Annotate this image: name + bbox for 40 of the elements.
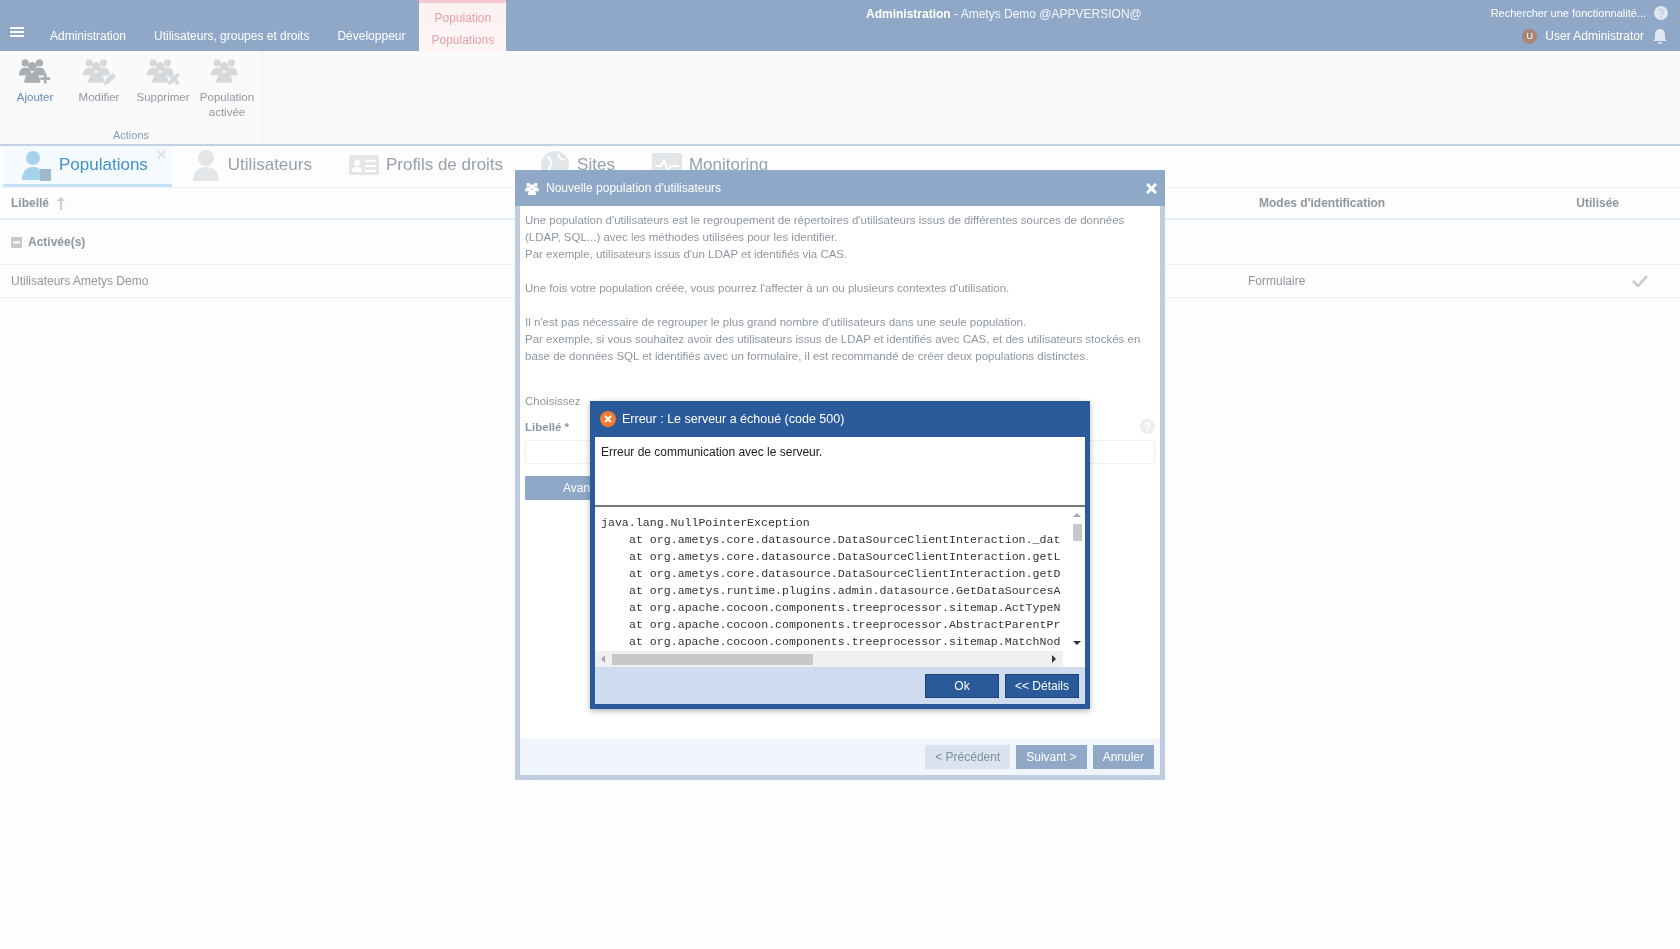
user-avatar[interactable]: U (1522, 28, 1538, 44)
error-message: Erreur de communication avec le serveur. (601, 445, 823, 459)
field-label: Libellé * (525, 420, 570, 435)
user-name[interactable]: User Administrator (1545, 29, 1644, 43)
paragraph: Il n'est pas nécessaire de regrouper le plus grand nombre d'utilisateurs dans une seule population. (525, 316, 1027, 328)
menu-tab[interactable]: Administration (36, 29, 141, 51)
table-cell-text: Formulaire (1248, 274, 1307, 288)
stack-frame: at org.apache.cocoon.components.treeprocessor.AbstractParentPr (601, 616, 1079, 633)
app-title: Administration - Ametys Demo @APPVERSION@ (866, 7, 1142, 21)
stack-frame: at org.ametys.core.datasource.DataSourceClientInteraction.getL (601, 548, 1079, 565)
stack-frame: at org.ametys.core.datasource.DataSourceClientInteraction.getD (601, 565, 1079, 582)
paragraph: Une population d'utilisateurs est le regroupement de répertoires d'utilisateurs issus de différentes sources de données (LDAP, SQL...) avec les méthodes utilisées pour les identifier. (525, 214, 1125, 243)
search-field[interactable]: Rechercher une fonctionnalité... (1490, 7, 1646, 19)
contextual-group-label: Population (433, 10, 493, 25)
group-label: Activée(s) (28, 235, 86, 249)
paragraph: Une fois votre population créée, vous pourrez l'affecter à un ou plusieurs contextes d'utilisation. (525, 282, 1010, 294)
column-header[interactable]: Modes d'identification (1259, 196, 1386, 210)
menu-tab[interactable]: Développeur (323, 29, 420, 51)
tool-tab[interactable]: Utilisateurs (171, 146, 330, 187)
tool-tab[interactable]: Populations (3, 146, 172, 187)
ribbon-button[interactable]: Ajouter (4, 55, 66, 129)
exception-name: java.lang.NullPointerException (601, 515, 811, 531)
menu-tab[interactable]: Utilisateurs, groupes et droits (140, 29, 324, 51)
group-label: Actions (111, 129, 151, 143)
wizard-button[interactable]: Annuler (1092, 745, 1154, 769)
stack-frame: at org.ametys.runtime.plugins.admin.datasource.GetDataSourcesA (601, 582, 1079, 599)
instruction-text: Choisissez (525, 394, 582, 409)
wizard-button[interactable]: Suivant > (1016, 745, 1087, 769)
dialog-title: Erreur : Le serveur a échoué (code 500) (622, 412, 845, 426)
stack-frame: at org.apache.cocoon.components.treeprocessor.sitemap.ActTypeN (601, 599, 1079, 616)
stack-frame: at org.ametys.core.datasource.DataSourceClientInteraction._dat (601, 531, 1079, 548)
column-header[interactable]: Utilisée (1576, 196, 1619, 210)
dialog-title: Nouvelle population d'utilisateurs (546, 181, 722, 195)
table-cell: Utilisateurs Ametys Demo (11, 274, 149, 288)
stack-frame: at org.apache.cocoon.components.treeprocessor.sitemap.MatchNod (601, 633, 1079, 650)
column-header[interactable]: Libellé (11, 196, 49, 210)
dialog-button[interactable]: << Détails (1005, 673, 1079, 698)
dialog-button[interactable]: Ok (925, 673, 999, 698)
paragraph: Par exemple, si vous souhaitez avoir des utilisateurs issus de LDAP et identifiés avec CAS, et des utilisateurs stockés en base de données SQL et identifiés avec un formulaire, il est recommandé de créer deux populations distinctes. (525, 333, 1141, 362)
paragraph: Par exemple, utilisateurs issus d'un LDAP et identifiés via CAS. (525, 248, 848, 260)
